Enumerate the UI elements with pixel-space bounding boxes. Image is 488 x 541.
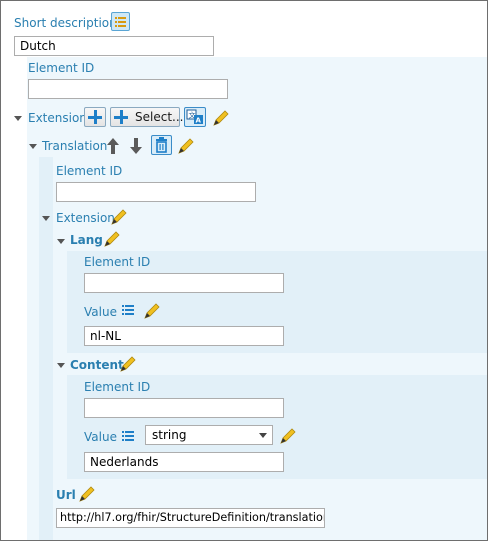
select-extension-button[interactable]: Select... <box>110 107 184 127</box>
translate-button[interactable]: 文 A <box>184 107 206 127</box>
move-up-arrow-icon[interactable] <box>105 136 121 156</box>
extension-collapse-toggle[interactable] <box>14 116 22 121</box>
edit-content-pencil-icon[interactable] <box>118 354 138 374</box>
short-description-input[interactable]: Dutch <box>14 36 214 56</box>
translation-collapse-toggle[interactable] <box>29 144 37 149</box>
content-label: Content <box>70 358 124 372</box>
list-format-button[interactable] <box>111 12 130 31</box>
move-down-arrow-icon[interactable] <box>128 136 144 156</box>
translation-element-id-label: Element ID <box>56 164 123 178</box>
content-type-select[interactable]: string <box>145 425 273 445</box>
edit-content-value-pencil-icon[interactable] <box>278 426 298 446</box>
svg-text:A: A <box>196 117 202 125</box>
chevron-down-icon <box>259 433 267 438</box>
lang-collapse-toggle[interactable] <box>57 239 65 244</box>
lang-list-icon[interactable] <box>121 303 135 317</box>
translation-extension-label: Extension <box>56 211 115 225</box>
content-value-label: Value <box>84 430 117 444</box>
plus-icon <box>86 108 104 126</box>
plus-icon <box>112 108 130 126</box>
translation-element-id-input[interactable] <box>56 182 256 202</box>
content-value-input[interactable]: Nederlands <box>84 452 284 472</box>
lang-value-label: Value <box>84 305 117 319</box>
list-icon <box>115 17 126 27</box>
editor-panel: Short description Dutch Element ID Exten… <box>0 0 488 541</box>
url-input[interactable]: http://hl7.org/fhir/StructureDefinition/… <box>56 508 325 528</box>
lang-value-input[interactable]: nl-NL <box>84 326 284 346</box>
lang-element-id-input[interactable] <box>84 273 284 293</box>
edit-url-pencil-icon[interactable] <box>77 484 97 504</box>
content-type-selected: string <box>152 428 187 442</box>
trash-icon <box>156 137 167 153</box>
edit-translation-extension-pencil-icon[interactable] <box>109 207 129 227</box>
edit-extension-pencil-icon[interactable] <box>211 108 231 128</box>
translation-label: Translation <box>42 139 108 153</box>
content-element-id-input[interactable] <box>84 398 284 418</box>
short-description-label: Short description <box>14 16 117 30</box>
lang-element-id-label: Element ID <box>84 255 151 269</box>
translation-extension-collapse-toggle[interactable] <box>42 216 50 221</box>
add-extension-button[interactable] <box>84 107 106 127</box>
edit-lang-value-pencil-icon[interactable] <box>142 301 162 321</box>
translate-icon: 文 A <box>186 109 203 125</box>
element-id-input[interactable] <box>28 79 228 99</box>
edit-translation-pencil-icon[interactable] <box>176 136 196 156</box>
content-element-id-label: Element ID <box>84 380 151 394</box>
extension-label: Extension <box>28 111 87 125</box>
element-id-label: Element ID <box>28 61 95 75</box>
content-collapse-toggle[interactable] <box>57 363 65 368</box>
edit-lang-pencil-icon[interactable] <box>102 229 122 249</box>
delete-translation-button[interactable] <box>151 135 172 155</box>
lang-label: Lang <box>70 233 103 247</box>
content-list-icon[interactable] <box>121 429 135 443</box>
select-button-label: Select... <box>135 110 184 124</box>
url-label: Url <box>56 488 76 502</box>
